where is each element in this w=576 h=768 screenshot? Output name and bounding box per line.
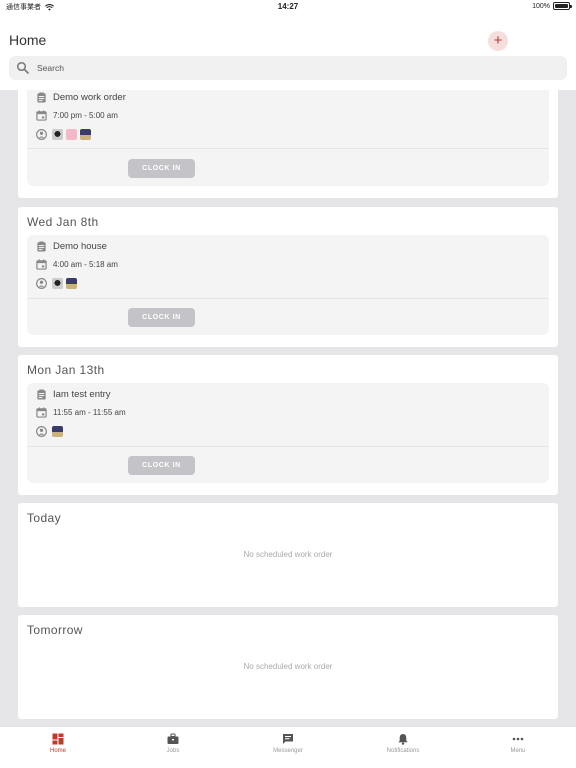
briefcase-icon (167, 733, 179, 744)
divider (27, 298, 549, 299)
bell-icon (398, 734, 408, 745)
tab-label: Messenger (273, 748, 303, 754)
tab-label: Notifications (386, 748, 420, 754)
tab-label: Home (49, 748, 66, 754)
day-title: Mon Jan 13th (27, 363, 105, 377)
calendar-icon (36, 407, 47, 418)
empty-message: No scheduled work order (243, 662, 333, 671)
tab-label: Menu (510, 748, 526, 754)
clipboard-icon (37, 92, 46, 103)
work-order-entry[interactable]: Iam test entry 11:55 am - 11:55 am CLOCK… (27, 383, 549, 483)
avatar (52, 129, 63, 140)
tab-messenger[interactable]: Messenger (243, 733, 333, 754)
avatar (52, 426, 63, 437)
work-order-time: 11:55 am - 11:55 am (53, 408, 126, 417)
work-order-name: Demo house (53, 241, 107, 252)
day-card: Mon Jan 13th Iam test entry 11:55 am - 1… (18, 355, 558, 495)
tab-home[interactable]: Home (13, 733, 103, 754)
more-dots-icon (512, 737, 524, 741)
day-card-tomorrow: Tomorrow No scheduled work order (18, 615, 558, 719)
status-time: 14:27 (277, 2, 299, 11)
clipboard-icon (37, 241, 46, 252)
work-order-name: Iam test entry (53, 389, 111, 400)
assignee-avatars (52, 426, 63, 437)
battery-icon (553, 2, 572, 10)
person-icon (36, 129, 47, 140)
page-title: Home (9, 32, 47, 48)
person-icon (36, 426, 47, 437)
tab-menu[interactable]: Menu (473, 733, 563, 754)
app-header: Home + Search (0, 14, 576, 90)
divider (27, 446, 549, 447)
work-order-entry[interactable]: Demo house 4:00 am - 5:18 am CLOCK IN (27, 235, 549, 335)
status-bar: 通信事業者 14:27 100% (0, 0, 576, 14)
add-button[interactable]: + (488, 31, 508, 51)
battery-percent: 100% (532, 2, 550, 10)
chat-icon (283, 734, 293, 744)
work-order-name: Demo work order (53, 92, 126, 103)
day-title: Tomorrow (27, 623, 83, 637)
day-card-today: Today No scheduled work order (18, 503, 558, 607)
calendar-icon (36, 259, 47, 270)
search-icon (16, 61, 29, 74)
clock-in-button[interactable]: CLOCK IN (128, 159, 195, 178)
day-card: Wed Jan 8th Demo house 4:00 am - 5:18 am… (18, 207, 558, 347)
assignee-avatars (52, 278, 77, 289)
work-order-time: 4:00 am - 5:18 am (53, 260, 118, 269)
work-order-entry[interactable]: Demo work order 7:00 pm - 5:00 am CLOCK … (27, 90, 549, 186)
empty-message: No scheduled work order (243, 550, 333, 559)
tab-notifications[interactable]: Notifications (358, 733, 448, 754)
tab-bar: Home Jobs Messenger Notifications Menu (0, 726, 576, 768)
tab-jobs[interactable]: Jobs (128, 733, 218, 754)
day-card: Demo work order 7:00 pm - 5:00 am CLOCK … (18, 90, 558, 198)
day-title: Wed Jan 8th (27, 215, 99, 229)
search-placeholder: Search (37, 63, 64, 73)
clipboard-icon (37, 389, 46, 400)
clock-in-button[interactable]: CLOCK IN (128, 308, 195, 327)
tab-label: Jobs (166, 748, 180, 754)
person-icon (36, 278, 47, 289)
day-title: Today (27, 511, 62, 525)
avatar (52, 278, 63, 289)
avatar (80, 129, 91, 140)
avatar (66, 129, 77, 140)
calendar-icon (36, 110, 47, 121)
avatar (66, 278, 77, 289)
home-grid-icon (52, 733, 64, 745)
search-input[interactable]: Search (9, 56, 567, 80)
work-order-time: 7:00 pm - 5:00 am (53, 111, 118, 120)
schedule-list[interactable]: Demo work order 7:00 pm - 5:00 am CLOCK … (0, 90, 576, 726)
assignee-avatars (52, 129, 91, 140)
clock-in-button[interactable]: CLOCK IN (128, 456, 195, 475)
divider (27, 148, 549, 149)
